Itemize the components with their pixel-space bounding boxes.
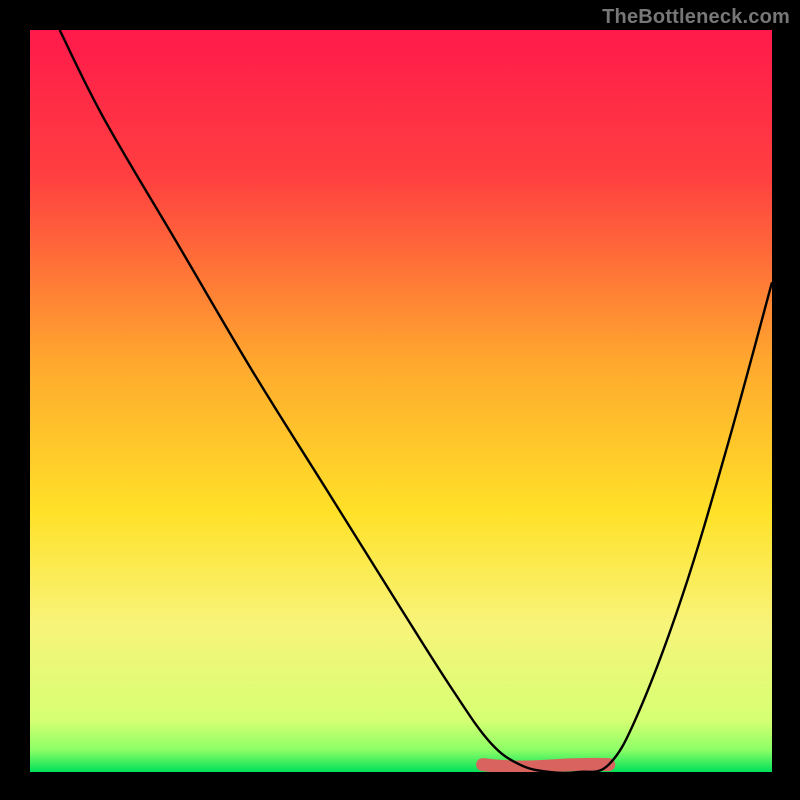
- gradient-background: [30, 30, 772, 772]
- chart-frame: TheBottleneck.com: [0, 0, 800, 800]
- bottleneck-chart: [30, 30, 772, 772]
- optimal-range-marker: [483, 764, 609, 767]
- watermark-text: TheBottleneck.com: [602, 6, 790, 29]
- plot-area: [30, 30, 772, 772]
